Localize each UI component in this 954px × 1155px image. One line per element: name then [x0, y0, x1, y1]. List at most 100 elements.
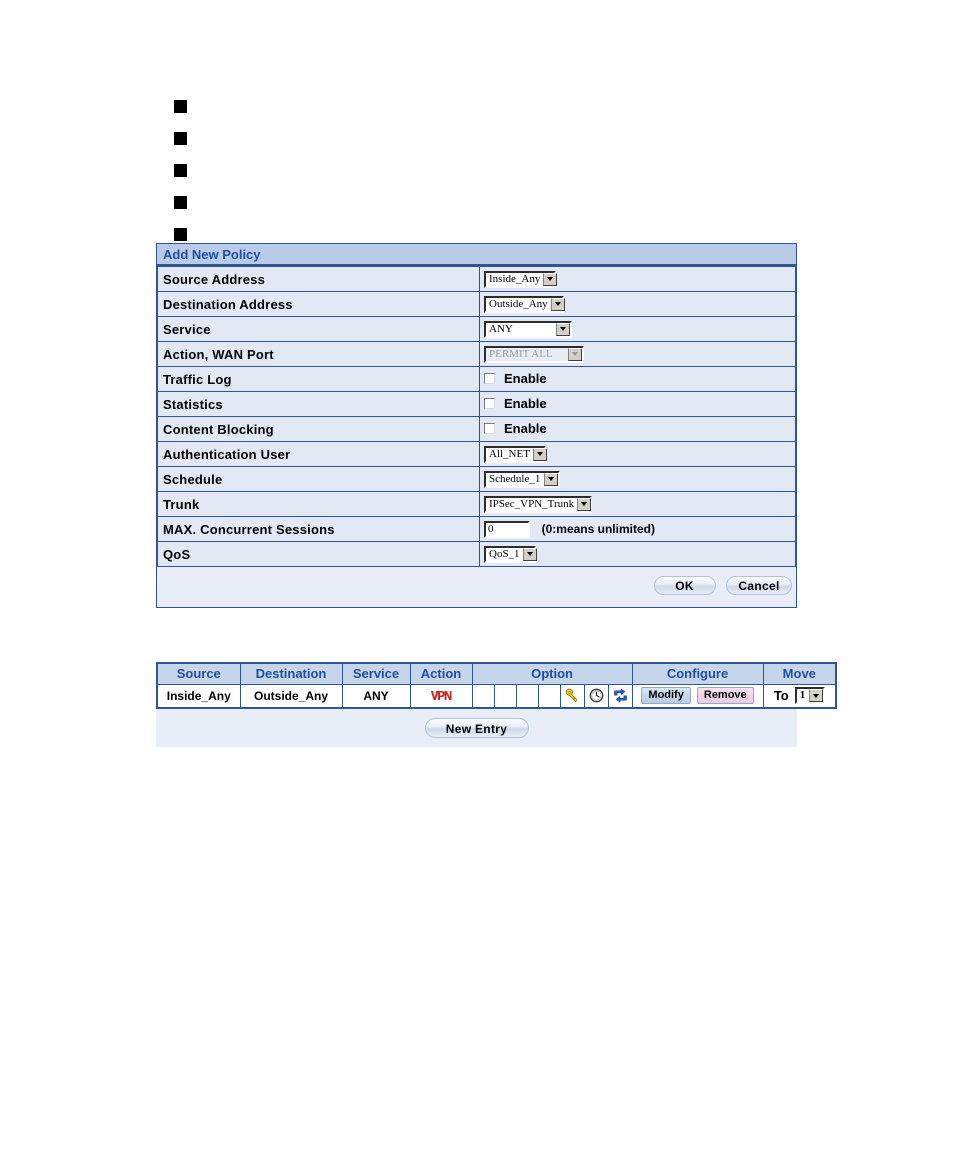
form-row-trunk: Trunk IPSec_VPN_Trunk [157, 491, 796, 517]
qos-select[interactable]: QoS_1 [484, 545, 537, 563]
label-qos: QoS [157, 541, 480, 567]
qos-select-value: QoS_1 [489, 547, 520, 560]
bullet-list [174, 90, 474, 250]
label-trunk: Trunk [157, 491, 480, 517]
traffic-log-checkbox[interactable] [484, 373, 495, 384]
label-source-address: Source Address [157, 266, 480, 292]
form-row-content-blocking: Content Blocking Enable [157, 416, 796, 442]
bullet-square-icon [174, 99, 187, 113]
value-destination-address: Outside_Any [479, 291, 796, 317]
label-action-wan-port: Action, WAN Port [157, 341, 480, 367]
value-max-concurrent-sessions: 0 (0:means unlimited) [479, 516, 796, 542]
panel-footer: OK Cancel [157, 567, 796, 607]
form-row-schedule: Schedule Schedule_1 [157, 466, 796, 492]
authentication-user-select-value: All_NET [489, 447, 530, 460]
destination-address-select-value: Outside_Any [489, 297, 548, 310]
value-trunk: IPSec_VPN_Trunk [479, 491, 796, 517]
value-qos: QoS_1 [479, 541, 796, 567]
value-traffic-log: Enable [479, 366, 796, 392]
schedule-select-value: Schedule_1 [489, 472, 541, 485]
label-statistics: Statistics [157, 391, 480, 417]
column-header-service: Service [341, 662, 411, 685]
bullet-square-icon [174, 195, 187, 209]
content-blocking-checkbox[interactable] [484, 423, 495, 434]
form-row-traffic-log: Traffic Log Enable [157, 366, 796, 392]
label-content-blocking: Content Blocking [157, 416, 480, 442]
value-content-blocking: Enable [479, 416, 796, 442]
policy-list-panel: Source Destination Service Action Option… [156, 662, 838, 747]
list-item [174, 90, 474, 122]
value-action-wan-port: PERMIT ALL [479, 341, 796, 367]
move-position-select-value: 1 [799, 689, 806, 702]
form-row-statistics: Statistics Enable [157, 391, 796, 417]
key-icon [565, 688, 578, 703]
chevron-down-icon[interactable] [522, 547, 537, 561]
table-row: Inside_Any Outside_Any ANY VPN Modify Re… [156, 683, 837, 709]
policy-list-footer: New Entry [156, 709, 797, 747]
max-concurrent-sessions-hint: (0:means unlimited) [541, 522, 655, 537]
chevron-down-icon[interactable] [544, 472, 558, 486]
move-control: To 1 [768, 685, 832, 708]
authentication-user-select[interactable]: All_NET [484, 445, 547, 463]
chevron-down-icon[interactable] [556, 322, 570, 336]
column-header-move: Move [762, 662, 837, 685]
form-row-action-wan-port: Action, WAN Port PERMIT ALL [157, 341, 796, 367]
chevron-down-icon[interactable] [550, 297, 565, 311]
policy-list-table: Source Destination Service Action Option… [156, 662, 838, 709]
cancel-button[interactable]: Cancel [726, 576, 792, 595]
page-root: Add New Policy Source Address Inside_Any… [0, 0, 954, 1155]
destination-address-select[interactable]: Outside_Any [484, 295, 565, 313]
chevron-down-icon[interactable] [808, 689, 823, 703]
value-authentication-user: All_NET [479, 441, 796, 467]
content-blocking-checkbox-wrap[interactable]: Enable [484, 421, 547, 436]
ok-button[interactable]: OK [653, 576, 716, 595]
source-address-select[interactable]: Inside_Any [484, 270, 558, 288]
policy-form-table: Source Address Inside_Any Destination Ad… [157, 266, 796, 567]
cell-option-key [559, 683, 585, 709]
new-entry-button[interactable]: New Entry [424, 718, 529, 738]
label-max-concurrent-sessions: MAX. Concurrent Sessions [157, 516, 480, 542]
chevron-down-icon[interactable] [577, 497, 592, 511]
value-statistics: Enable [479, 391, 796, 417]
statistics-checkbox[interactable] [484, 398, 495, 409]
chevron-down-icon [568, 347, 582, 361]
chevron-down-icon[interactable] [543, 272, 558, 286]
value-service: ANY [479, 316, 796, 342]
service-select-value: ANY [489, 322, 513, 335]
cell-move: To 1 [762, 683, 837, 709]
bullet-square-icon [174, 131, 187, 145]
statistics-checkbox-wrap[interactable]: Enable [484, 396, 547, 411]
column-header-action: Action [409, 662, 473, 685]
schedule-select[interactable]: Schedule_1 [484, 470, 560, 488]
form-row-service: Service ANY [157, 316, 796, 342]
clock-icon [589, 688, 603, 703]
form-row-max-concurrent-sessions: MAX. Concurrent Sessions 0 (0:means unli… [157, 516, 796, 542]
cell-destination: Outside_Any [239, 683, 343, 709]
trunk-select[interactable]: IPSec_VPN_Trunk [484, 495, 592, 513]
cell-option-empty-1 [471, 683, 495, 709]
list-item [174, 154, 474, 186]
remove-button[interactable]: Remove [696, 687, 754, 705]
cell-option-empty-3 [515, 683, 539, 709]
label-destination-address: Destination Address [157, 291, 480, 317]
traffic-log-checkbox-wrap[interactable]: Enable [484, 371, 547, 386]
modify-button[interactable]: Modify [641, 687, 691, 705]
statistics-checkbox-label: Enable [504, 396, 547, 411]
form-row-authentication-user: Authentication User All_NET [157, 441, 796, 467]
cell-service: ANY [341, 683, 411, 709]
value-source-address: Inside_Any [479, 266, 796, 292]
label-authentication-user: Authentication User [157, 441, 480, 467]
move-position-select[interactable]: 1 [794, 687, 825, 705]
policy-list-header-row: Source Destination Service Action Option… [156, 662, 837, 685]
cell-action: VPN [409, 683, 473, 709]
label-schedule: Schedule [157, 466, 480, 492]
configure-buttons: Modify Remove [637, 685, 759, 708]
form-row-qos: QoS QoS_1 [157, 541, 796, 567]
action-wan-port-select: PERMIT ALL [484, 345, 584, 363]
column-header-source: Source [156, 662, 241, 685]
max-concurrent-sessions-input[interactable]: 0 [484, 520, 530, 538]
cell-option-sync [607, 683, 633, 709]
chevron-down-icon[interactable] [532, 447, 547, 461]
service-select[interactable]: ANY [484, 320, 572, 338]
column-header-option: Option [471, 662, 633, 685]
